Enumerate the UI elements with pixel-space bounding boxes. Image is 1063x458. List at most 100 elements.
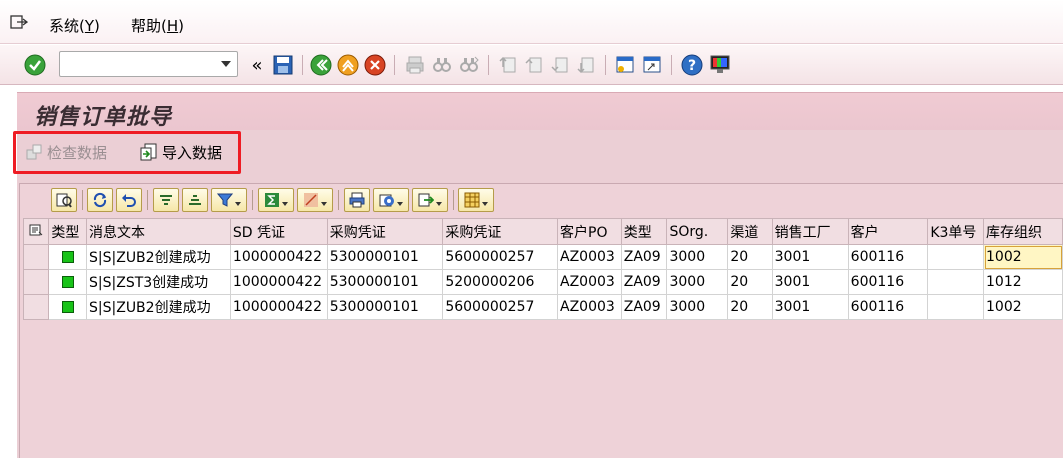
new-session-icon[interactable] [614,54,636,76]
channel-cell[interactable]: 20 [727,294,773,320]
exit-icon[interactable] [337,54,359,76]
collapse-icon[interactable]: « [246,54,268,76]
column-header[interactable]: SD 凭证 [229,218,328,245]
customize-layout-icon[interactable] [709,54,731,76]
select-all-icon[interactable] [22,218,50,245]
column-header[interactable]: 客户 [847,218,929,245]
back-icon[interactable] [310,54,332,76]
message-cell[interactable]: S|S|ZUB2创建成功 [86,244,231,270]
cancel-icon[interactable] [364,54,386,76]
po-cell[interactable]: 5600000257 [442,244,558,270]
column-header[interactable]: 类型 [620,218,668,245]
customer-cell[interactable]: 600116 [847,244,929,270]
prev-page-icon [523,54,545,76]
customer-po-cell[interactable]: AZ0003 [557,294,622,320]
k3-cell[interactable] [927,294,985,320]
customer-po-cell[interactable]: AZ0003 [557,269,622,295]
column-header[interactable]: 采购凭证 [442,218,558,245]
sd-doc-cell[interactable]: 1000000422 [229,269,328,295]
alv-toolbar [20,184,1063,217]
stock-org-cell[interactable]: 1012 [983,269,1063,295]
po-cell[interactable]: 5200000206 [442,269,558,295]
layout-button[interactable] [458,188,494,212]
chevron-down-icon[interactable] [221,61,231,67]
menu-help[interactable]: 帮助(H) [131,15,184,36]
last-page-icon [575,54,597,76]
type-cell[interactable]: ZA09 [620,244,668,270]
table-header-row: 类型 消息文本 SD 凭证 采购凭证 采购凭证 客户PO 类型 SOrg. 渠道… [22,218,1063,245]
status-green-icon [61,301,74,313]
k3-cell[interactable] [927,269,985,295]
column-header[interactable]: K3单号 [927,218,985,245]
sort-descending-icon[interactable] [182,188,208,212]
sorg-cell[interactable]: 3000 [666,244,729,270]
column-header[interactable]: 渠道 [727,218,773,245]
column-header[interactable]: 销售工厂 [771,218,849,245]
sd-doc-cell[interactable]: 1000000422 [229,294,328,320]
views-button[interactable] [373,188,409,212]
table-row[interactable]: S|S|ZUB2创建成功 1000000422 5300000101 56000… [22,244,1063,270]
row-selector[interactable] [22,294,50,320]
command-field[interactable] [59,51,238,77]
status-cell [48,294,88,320]
subtotal-button [297,188,333,212]
message-cell[interactable]: S|S|ZST3创建成功 [86,269,231,295]
print-preview-icon[interactable] [344,188,370,212]
column-header[interactable]: 消息文本 [86,218,231,245]
undo-icon[interactable] [116,188,142,212]
svg-text:?: ? [688,58,696,74]
filter-icon [217,193,233,207]
sorg-cell[interactable]: 3000 [666,269,729,295]
title-bar: 销售订单批导 [17,92,1063,130]
customer-cell[interactable]: 600116 [847,269,929,295]
row-selector[interactable] [22,269,50,295]
status-green-icon [61,251,74,263]
type-cell[interactable]: ZA09 [620,269,668,295]
status-cell [48,269,88,295]
shortcut-icon[interactable] [641,54,663,76]
find-next-icon [458,54,480,76]
column-header[interactable]: 客户PO [557,218,622,245]
po-cell[interactable]: 5300000101 [326,244,444,270]
customer-po-cell[interactable]: AZ0003 [557,244,622,270]
customer-cell[interactable]: 600116 [847,294,929,320]
export-button[interactable] [412,188,448,212]
plant-cell[interactable]: 3001 [771,244,849,270]
po-cell[interactable]: 5300000101 [326,294,444,320]
views-icon [379,194,394,207]
k3-cell[interactable] [927,244,985,270]
sum-button[interactable] [258,188,294,212]
type-cell[interactable]: ZA09 [620,294,668,320]
refresh-icon[interactable] [87,188,113,212]
save-icon[interactable] [272,54,294,76]
highlight-box [13,131,241,174]
plant-cell[interactable]: 3001 [771,294,849,320]
column-header[interactable]: 采购凭证 [326,218,444,245]
column-header[interactable]: 库存组织 [983,218,1063,245]
row-selector[interactable] [22,244,50,270]
help-icon[interactable]: ? [681,54,703,76]
sort-ascending-icon[interactable] [153,188,179,212]
channel-cell[interactable]: 20 [727,244,773,270]
column-header[interactable]: SOrg. [666,218,729,245]
table-row[interactable]: S|S|ZST3创建成功 1000000422 5300000101 52000… [22,269,1063,295]
menu-system[interactable]: 系统(Y) [49,15,100,36]
sorg-cell[interactable]: 3000 [666,294,729,320]
details-icon[interactable] [51,188,77,212]
channel-cell[interactable]: 20 [727,269,773,295]
filter-button[interactable] [211,188,247,212]
command-input[interactable] [64,53,214,75]
plant-cell[interactable]: 3001 [771,269,849,295]
enter-icon[interactable] [24,54,46,76]
stock-org-cell[interactable]: 1002 [983,294,1063,320]
po-cell[interactable]: 5600000257 [442,294,558,320]
subtotal-icon [304,193,318,207]
stock-org-cell[interactable]: 1002 [983,244,1063,270]
menu-exit-icon[interactable] [10,13,28,31]
message-cell[interactable]: S|S|ZUB2创建成功 [86,294,231,320]
sd-doc-cell[interactable]: 1000000422 [229,244,328,270]
table-row[interactable]: S|S|ZUB2创建成功 1000000422 5300000101 56000… [22,294,1063,320]
result-table: 类型 消息文本 SD 凭证 采购凭证 采购凭证 客户PO 类型 SOrg. 渠道… [22,218,1063,320]
column-header[interactable]: 类型 [48,218,88,245]
po-cell[interactable]: 5300000101 [326,269,444,295]
